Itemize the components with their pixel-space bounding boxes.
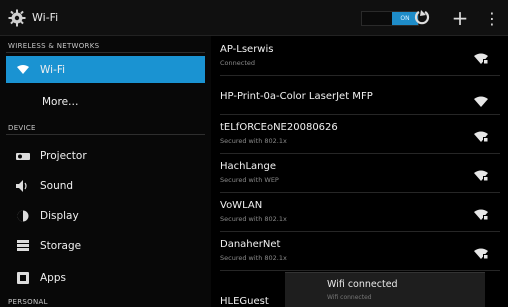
network-status: Connected [220, 59, 256, 67]
network-name: HLEGuest [220, 296, 269, 307]
wifi-network-list: AP-Lserwis Connected HP-Print-0a-Color L… [211, 36, 508, 307]
wps-icon[interactable] [410, 6, 434, 30]
network-row-vowlan[interactable]: VoWLAN Secured with 802.1x [220, 194, 500, 232]
settings-sidebar: WIRELESS & NETWORKS Wi-Fi More… DEVICE P… [0, 36, 211, 307]
network-status: Secured with 802.1x [220, 215, 287, 223]
wifi-connected-toast: Wifi connected Wifi connected [285, 272, 485, 307]
sidebar-item-label: Display [40, 209, 79, 222]
projector-icon [14, 149, 32, 163]
network-status: Secured with WEP [220, 176, 279, 184]
section-header-wireless: WIRELESS & NETWORKS [8, 42, 100, 50]
sidebar-item-storage[interactable]: Storage [6, 232, 205, 259]
row-divider [220, 75, 500, 76]
sidebar-item-projector[interactable]: Projector [6, 142, 205, 169]
section-header-device: DEVICE [8, 124, 36, 132]
action-bar: Wi-Fi ON + ⋮ [0, 0, 508, 36]
overflow-menu-icon[interactable]: ⋮ [480, 6, 504, 30]
sidebar-item-label: Apps [40, 271, 66, 284]
display-icon [14, 209, 32, 223]
row-divider [220, 114, 500, 115]
wifi-locked-icon [474, 167, 488, 181]
apps-icon [14, 271, 32, 285]
network-row-telforceone[interactable]: tELfORCEoNE20080626 Secured with 802.1x [220, 116, 500, 154]
wifi-icon [14, 63, 32, 77]
sidebar-item-more[interactable]: More… [6, 88, 205, 115]
network-row-hachlange[interactable]: HachLange Secured with WEP [220, 155, 500, 193]
row-divider [220, 270, 500, 271]
wifi-locked-icon [474, 206, 488, 220]
action-bar-title: Wi-Fi [32, 11, 59, 24]
row-divider [220, 192, 500, 193]
section-divider [6, 134, 205, 135]
toast-subtitle: Wifi connected [327, 294, 372, 301]
sidebar-item-label: Storage [40, 239, 82, 252]
network-name: HP-Print-0a-Color LaserJet MFP [220, 91, 373, 102]
wifi-locked-icon [474, 128, 488, 142]
add-network-icon[interactable]: + [448, 6, 472, 30]
wifi-locked-icon [474, 50, 488, 64]
network-name: tELfORCEoNE20080626 [220, 122, 338, 133]
wifi-locked-icon [474, 245, 488, 259]
network-name: AP-Lserwis [220, 44, 274, 55]
settings-gear-icon[interactable] [8, 9, 26, 27]
sidebar-item-wifi[interactable]: Wi-Fi [6, 56, 205, 83]
section-header-personal: PERSONAL [8, 298, 48, 306]
network-name: HachLange [220, 161, 277, 172]
section-divider [6, 52, 205, 53]
wifi-signal-icon [474, 93, 488, 107]
sidebar-item-sound[interactable]: Sound [6, 172, 205, 199]
row-divider [220, 153, 500, 154]
speaker-icon [14, 179, 32, 193]
network-row-ap-lserwis[interactable]: AP-Lserwis Connected [220, 38, 500, 76]
toast-title: Wifi connected [327, 279, 398, 290]
network-name: VoWLAN [220, 200, 263, 211]
storage-icon [14, 239, 32, 253]
sidebar-item-label: More… [42, 95, 79, 108]
network-row-hp-print[interactable]: HP-Print-0a-Color LaserJet MFP [220, 77, 500, 115]
sidebar-item-label: Sound [40, 179, 74, 192]
sidebar-item-label: Projector [40, 149, 87, 162]
sidebar-item-label: Wi-Fi [40, 63, 66, 76]
row-divider [220, 231, 500, 232]
network-status: Secured with 802.1x [220, 137, 287, 145]
sidebar-item-apps[interactable]: Apps [6, 264, 205, 291]
network-status: Secured with 802.1x [220, 254, 287, 262]
sidebar-item-display[interactable]: Display [6, 202, 205, 229]
network-row-danahernet[interactable]: DanaherNet Secured with 802.1x [220, 233, 500, 271]
network-name: DanaherNet [220, 239, 281, 250]
